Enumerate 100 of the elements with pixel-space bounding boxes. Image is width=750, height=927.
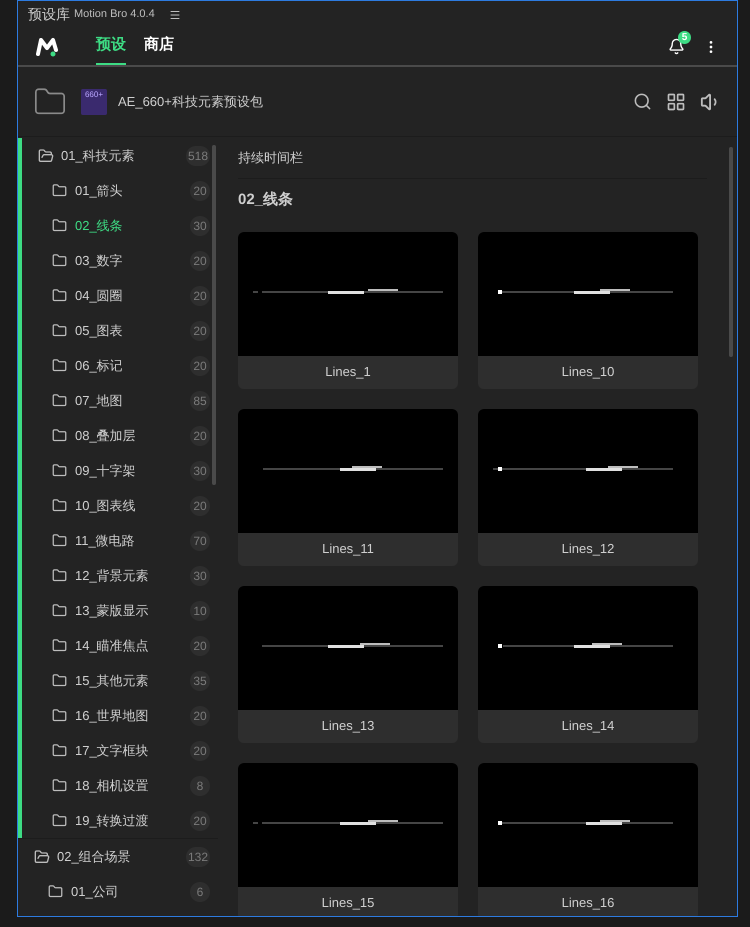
folder-icon (52, 288, 67, 303)
preset-name: Lines_11 (321, 540, 375, 558)
notification-badge: 5 (678, 31, 691, 44)
tree-item[interactable]: 01_科技元素 518 (22, 138, 218, 173)
count-badge: 70 (190, 530, 210, 550)
preset-card[interactable]: Lines_11 (238, 408, 458, 566)
count-badge: 85 (190, 390, 210, 410)
scrollbar-thumb[interactable] (729, 147, 733, 357)
preset-card[interactable]: Lines_16 (478, 762, 698, 916)
tree-item[interactable]: 06_标记 20 (22, 348, 218, 383)
folder-icon (52, 638, 67, 653)
nav-tab[interactable]: 预设 (96, 28, 126, 65)
preset-card[interactable]: Lines_12 (478, 408, 698, 566)
tree-item[interactable]: 02_线条 30 (22, 208, 218, 243)
preset-name: Lines_14 (560, 717, 616, 736)
tree-item[interactable]: 15_其他元素 35 (22, 663, 218, 698)
tree-item[interactable]: 18_相机设置 8 (22, 768, 218, 803)
menu-icon[interactable] (168, 8, 181, 20)
count-badge: 20 (190, 496, 210, 516)
preset-name: Lines_10 (560, 363, 616, 382)
folder-icon (52, 568, 67, 583)
count-badge: 20 (190, 320, 210, 340)
count-badge: 10 (190, 600, 210, 620)
preset-card[interactable]: Lines_13 (238, 586, 458, 742)
count-badge: 20 (190, 636, 210, 656)
preset-name: Lines_16 (560, 894, 616, 912)
tree-item[interactable]: 08_叠加层 20 (22, 418, 218, 453)
tree-item[interactable]: 17_文字框块 20 (22, 733, 218, 768)
folder-icon (52, 673, 67, 688)
preset-name: Lines_1 (324, 363, 372, 382)
folder-icon (48, 884, 63, 899)
folder-icon (52, 358, 67, 373)
tree-item[interactable]: 14_瞄准焦点 20 (22, 628, 218, 663)
count-badge: 20 (190, 286, 210, 306)
search-icon[interactable] (633, 92, 652, 111)
tree-item[interactable]: 05_图表 20 (22, 313, 218, 348)
tree-item[interactable]: 09_十字架 30 (22, 453, 218, 488)
tree-item[interactable]: 02_组合场景 132 (18, 839, 218, 874)
count-badge: 30 (190, 460, 210, 480)
folder-label: 03_数字 (75, 252, 123, 270)
count-badge: 20 (190, 250, 210, 270)
pack-name: AE_660+科技元素预设包 (118, 92, 263, 111)
count-badge: 20 (190, 810, 210, 830)
folder-label: 02_组合场景 (57, 848, 131, 866)
folder-icon (34, 848, 50, 864)
folder-label: 08_叠加层 (75, 426, 136, 445)
tree-item[interactable]: 03_数字 20 (22, 243, 218, 278)
folder-icon (52, 393, 67, 408)
folder-icon (52, 183, 67, 198)
folder-label: 02_线条 (75, 216, 123, 235)
tree-item[interactable]: 07_地图 85 (22, 383, 218, 418)
count-badge: 35 (190, 670, 210, 690)
logo-icon (36, 36, 60, 56)
nav-tab[interactable]: 商店 (144, 28, 174, 65)
count-badge: 20 (190, 740, 210, 760)
section-title: 02_线条 (238, 190, 294, 210)
tree-item[interactable]: 12_背景元素 30 (22, 558, 218, 593)
preset-card[interactable]: Lines_1 (238, 232, 458, 388)
folder-icon (52, 218, 67, 233)
duration-bar: 持续时间栏 (238, 137, 707, 179)
count-badge: 6 (190, 882, 210, 902)
preset-card[interactable]: Lines_10 (478, 232, 698, 388)
folder-label: 11_微电路 (75, 532, 135, 550)
folder-label: 01_公司 (71, 882, 119, 901)
folder-icon (52, 253, 67, 268)
tree-item[interactable]: 10_图表线 20 (22, 488, 218, 523)
tree-item[interactable]: 01_箭头 20 (22, 173, 218, 208)
tree-item[interactable]: 13_蒙版显示 10 (22, 593, 218, 628)
tree-item[interactable]: 11_微电路 70 (22, 523, 218, 558)
preset-card[interactable]: Lines_14 (478, 586, 698, 742)
tree-item[interactable]: 01_公司 6 (18, 874, 218, 909)
folder-icon (52, 708, 67, 723)
tree-item[interactable]: 04_圆圈 20 (22, 278, 218, 313)
folder-icon (52, 323, 67, 338)
folder-label: 09_十字架 (75, 462, 136, 480)
pack-cover: 660+ (81, 88, 107, 114)
count-badge: 20 (190, 356, 210, 376)
grid-view-icon[interactable] (666, 92, 686, 112)
count-badge: 132 (186, 846, 210, 866)
folder-label: 10_图表线 (75, 496, 136, 515)
tree-item[interactable]: 16_世界地图 20 (22, 698, 218, 733)
scrollbar-thumb[interactable] (212, 145, 216, 485)
folder-label: 01_科技元素 (61, 146, 135, 165)
preset-name: Lines_13 (320, 717, 376, 736)
folder-label: 16_世界地图 (75, 706, 149, 725)
app-version: Motion Bro 4.0.4 (74, 7, 155, 22)
count-badge: 8 (190, 776, 210, 796)
folder-label: 14_瞄准焦点 (75, 636, 149, 655)
preset-card[interactable]: Lines_15 (238, 762, 458, 916)
tree-item[interactable]: 19_转换过渡 20 (22, 803, 218, 838)
folder-label: 13_蒙版显示 (75, 602, 149, 620)
folder-label: 04_圆圈 (75, 286, 123, 305)
window-title: 预设库 (28, 5, 70, 24)
folder-icon (52, 463, 67, 478)
folder-label: 15_其他元素 (75, 672, 149, 690)
folder-icon (38, 148, 54, 164)
folder-icon (52, 778, 67, 793)
count-badge: 20 (190, 180, 210, 200)
count-badge: 20 (190, 426, 210, 446)
folder-label: 07_地图 (75, 392, 123, 410)
